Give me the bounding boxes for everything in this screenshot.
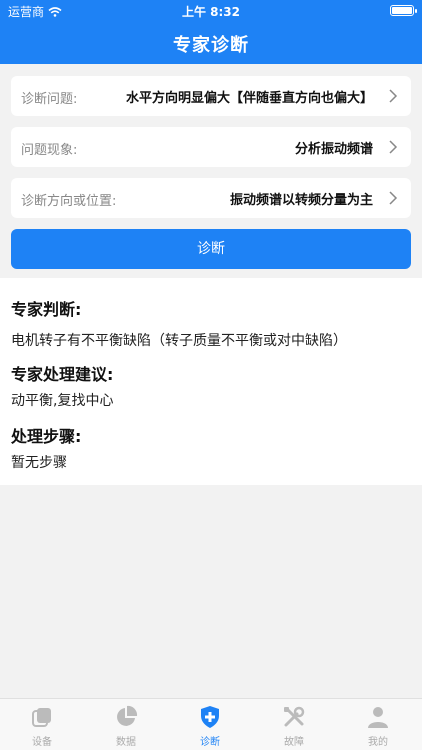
pie-chart-icon [117,705,138,726]
tab-bar: 设备 数据 诊断 故障 我的 [0,698,422,750]
direction-position-row[interactable]: 诊断方向或位置: 振动频谱以转频分量为主 [11,178,411,218]
shield-plus-icon [201,706,219,728]
judgment-heading: 专家判断: [11,300,82,319]
direction-position-label: 诊断方向或位置: [21,194,117,209]
suggestion-heading: 专家处理建议: [11,365,114,384]
battery-icon [390,5,417,16]
symptom-label: 问题现象: [21,143,78,158]
tab-fault[interactable]: 故障 [252,705,336,749]
symptom-value: 分析振动频谱 [294,142,373,157]
judgment-text: 电机转子有不平衡缺陷（转子质量不平衡或对中缺陷） [11,333,347,349]
tab-fault-label: 故障 [284,737,304,748]
tab-mine-label: 我的 [368,737,388,748]
tab-diagnosis[interactable]: 诊断 [168,705,252,749]
status-time: 上午 8:32 [181,5,241,19]
diagnosis-question-row[interactable]: 诊断问题: 水平方向明显偏大【伴随垂直方向也偏大】 [11,76,411,116]
direction-position-value: 振动频谱以转频分量为主 [229,193,373,208]
steps-text: 暂无步骤 [11,455,67,471]
device-icon [32,708,51,727]
suggestion-text: 动平衡,复找中心 [11,393,114,409]
diagnose-button[interactable]: 诊断 [11,229,411,269]
symptom-row[interactable]: 问题现象: 分析振动频谱 [11,127,411,167]
result-panel: 专家判断: 电机转子有不平衡缺陷（转子质量不平衡或对中缺陷） 专家处理建议: 动… [0,278,422,485]
tab-mine[interactable]: 我的 [336,705,420,749]
tools-icon [284,706,305,727]
diagnosis-question-label: 诊断问题: [21,92,78,107]
tab-device[interactable]: 设备 [0,705,84,749]
nav-header: 运营商 上午 8:32 专家诊断 [0,0,422,64]
chevron-right-icon [389,191,398,205]
chevron-right-icon [389,89,398,103]
steps-heading: 处理步骤: [11,427,82,446]
status-bar: 运营商 上午 8:32 [0,0,422,22]
page-title: 专家诊断 [173,35,249,56]
chevron-right-icon [389,140,398,154]
tab-data-label: 数据 [116,737,136,748]
diagnosis-question-value: 水平方向明显偏大【伴随垂直方向也偏大】 [125,91,373,106]
person-icon [368,707,388,728]
tab-diagnosis-label: 诊断 [200,737,220,748]
tab-data[interactable]: 数据 [84,705,168,749]
tab-device-label: 设备 [32,737,52,748]
